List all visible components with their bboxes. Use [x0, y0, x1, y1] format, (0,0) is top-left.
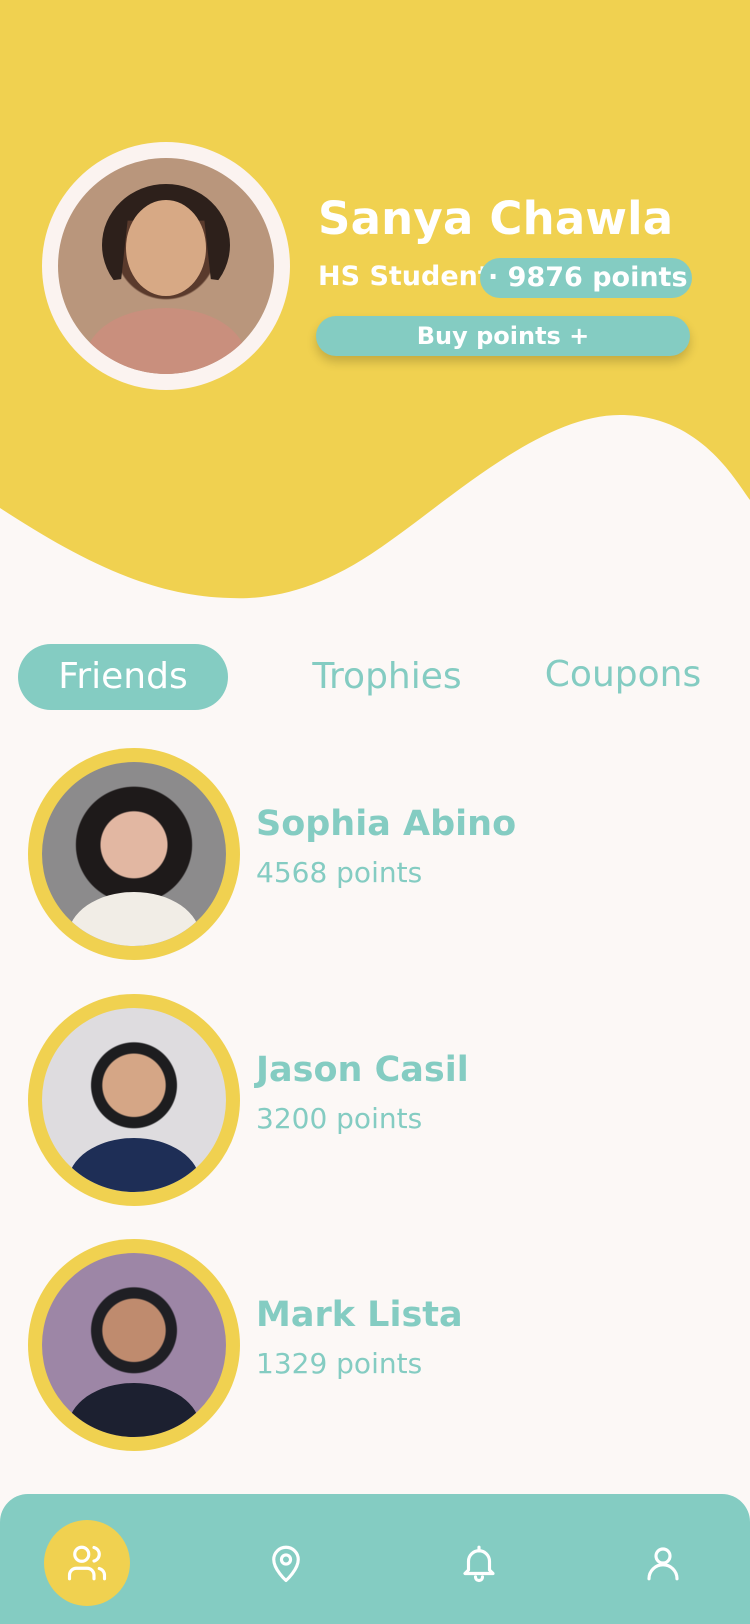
profile-avatar[interactable]: [42, 142, 290, 390]
bell-icon: [463, 1545, 495, 1583]
user-icon: [647, 1547, 679, 1581]
friend-list-item[interactable]: Jason Casil 3200 points: [28, 994, 718, 1206]
nav-friends-button[interactable]: [44, 1520, 130, 1606]
friend-name: Jason Casil: [256, 1050, 469, 1090]
location-pin-icon: [272, 1545, 300, 1583]
friends-icon: [67, 1545, 107, 1581]
friend-avatar: [28, 1239, 240, 1451]
friend-list-item[interactable]: Sophia Abino 4568 points: [28, 748, 718, 960]
friend-name: Mark Lista: [256, 1295, 463, 1335]
friend-points: 3200 points: [256, 1102, 423, 1135]
tab-trophies[interactable]: Trophies: [302, 644, 472, 710]
friend-points: 1329 points: [256, 1347, 423, 1380]
buy-points-button[interactable]: Buy points +: [316, 316, 690, 356]
nav-profile-button[interactable]: [620, 1520, 706, 1606]
bottom-navigation: [0, 1494, 750, 1624]
friend-name: Sophia Abino: [256, 804, 517, 844]
nav-notifications-button[interactable]: [436, 1520, 522, 1606]
profile-role: HS Student: [318, 261, 491, 292]
tab-friends[interactable]: Friends: [18, 644, 228, 710]
points-badge: · 9876 points: [480, 258, 692, 298]
friend-avatar: [28, 994, 240, 1206]
profile-name: Sanya Chawla: [318, 192, 674, 245]
friend-photo: [42, 1008, 226, 1192]
tab-coupons[interactable]: Coupons: [538, 642, 708, 708]
friend-photo: [42, 762, 226, 946]
profile-photo: [58, 158, 274, 374]
friend-points: 4568 points: [256, 856, 423, 889]
friend-list-item[interactable]: Mark Lista 1329 points: [28, 1239, 718, 1451]
friend-photo: [42, 1253, 226, 1437]
friend-avatar: [28, 748, 240, 960]
nav-location-button[interactable]: [243, 1520, 329, 1606]
